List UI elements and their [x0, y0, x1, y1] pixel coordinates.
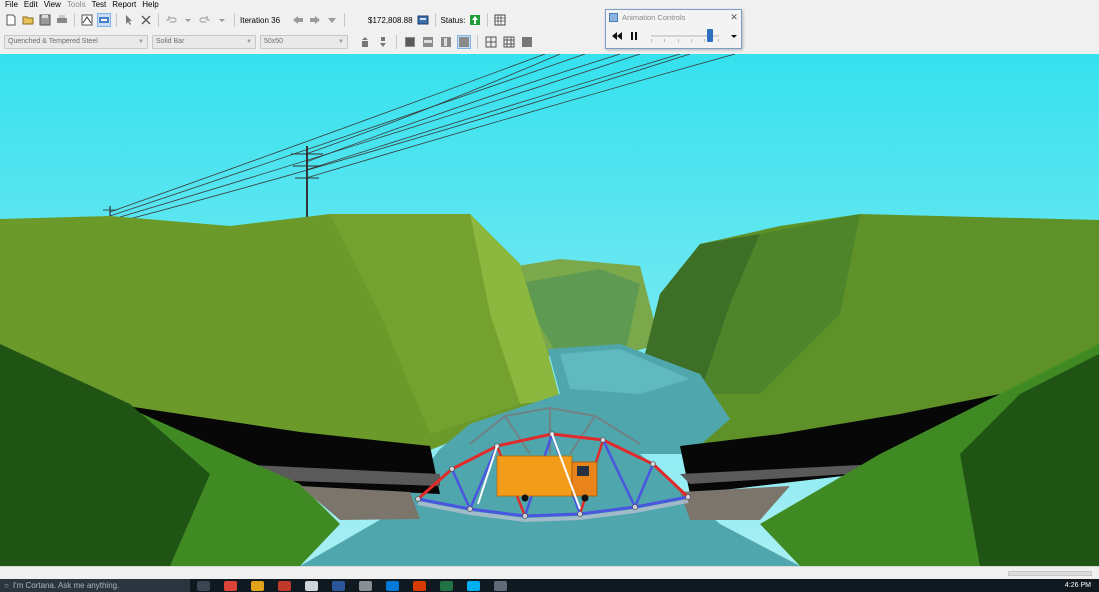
status-ok-icon: [468, 13, 482, 27]
chevron-down-icon: ▼: [246, 38, 252, 45]
animation-controls-window[interactable]: Animation Controls ✕: [605, 9, 742, 49]
menu-tools[interactable]: Tools: [64, 0, 89, 10]
grid-fine-icon[interactable]: [520, 35, 534, 49]
size-down-icon[interactable]: [376, 35, 390, 49]
animation-controls-title: Animation Controls: [622, 12, 686, 22]
delete-icon[interactable]: [139, 13, 153, 27]
cortana-search-placeholder: I'm Cortana. Ask me anything.: [12, 581, 120, 590]
save-icon[interactable]: [38, 13, 52, 27]
toolbar-separator: [234, 13, 235, 27]
animation-options-dropdown-icon[interactable]: [728, 29, 741, 43]
size-select[interactable]: 50x50 ▼: [260, 34, 348, 49]
menu-test[interactable]: Test: [89, 0, 110, 10]
material-select[interactable]: Quenched & Tempered Steel ▼: [4, 34, 148, 49]
toolbar-separator: [434, 13, 436, 27]
cross-section-select[interactable]: Solid Bar ▼: [152, 34, 256, 49]
material-select-value: Quenched & Tempered Steel: [8, 38, 98, 45]
iteration-dropdown-icon[interactable]: [325, 13, 339, 27]
status-strip: [0, 566, 1099, 579]
search-icon: ○: [4, 581, 9, 590]
view-color-icon[interactable]: [457, 34, 471, 49]
menu-file[interactable]: File: [2, 0, 21, 10]
notepad-icon[interactable]: [305, 580, 318, 591]
menu-view[interactable]: View: [41, 0, 64, 10]
window-app-icon: [609, 12, 618, 22]
size-select-value: 50x50: [264, 38, 284, 45]
slider-thumb[interactable]: [706, 29, 713, 42]
scene-canvas: [0, 54, 1099, 566]
new-file-icon[interactable]: [4, 13, 18, 27]
toolbar-separator: [487, 13, 489, 27]
bridge-designer-taskbar-icon[interactable]: [494, 580, 507, 591]
explorer-icon[interactable]: [251, 580, 264, 591]
print-icon[interactable]: [55, 13, 69, 27]
store-icon[interactable]: [386, 580, 399, 591]
word-icon[interactable]: [332, 580, 345, 591]
system-clock: 4:26 PM: [1064, 582, 1091, 589]
menu-help[interactable]: Help: [139, 0, 161, 10]
calculator-icon[interactable]: [359, 580, 372, 591]
view-labels-icon[interactable]: [421, 35, 435, 49]
menu-bar: File Edit View Tools Test Report Help: [0, 0, 1099, 10]
grid-medium-icon[interactable]: [502, 35, 516, 49]
main-toolbar: Iteration 36 $172,808.88 Status:: [0, 10, 1099, 30]
redo-icon[interactable]: [198, 13, 212, 27]
app-icon[interactable]: [278, 580, 291, 591]
skype-icon[interactable]: [467, 580, 480, 591]
cost-label: $172,808.88: [368, 15, 413, 25]
toolbar-separator: [396, 34, 397, 49]
chevron-down-icon: ▼: [138, 38, 144, 45]
close-icon[interactable]: ✕: [727, 12, 741, 23]
excel-icon[interactable]: [440, 580, 453, 591]
status-label: Status:: [440, 15, 466, 25]
back-arrow-icon[interactable]: [291, 13, 305, 27]
menu-report[interactable]: Report: [109, 0, 139, 10]
undo-icon[interactable]: [164, 13, 178, 27]
undo-dropdown-icon[interactable]: [181, 13, 195, 27]
app2-icon[interactable]: [413, 580, 426, 591]
rewind-icon[interactable]: [610, 29, 623, 43]
member-list-icon[interactable]: [493, 13, 507, 27]
truck: [496, 455, 598, 502]
toolbar-separator: [158, 13, 159, 27]
chrome-icon[interactable]: [224, 580, 237, 591]
view-members-icon[interactable]: [403, 35, 417, 49]
cortana-search-box[interactable]: ○ I'm Cortana. Ask me anything.: [0, 579, 190, 592]
open-folder-icon[interactable]: [21, 13, 35, 27]
redo-dropdown-icon[interactable]: [215, 13, 229, 27]
pause-icon[interactable]: [627, 29, 640, 43]
forward-arrow-icon[interactable]: [308, 13, 322, 27]
grid-coarse-icon[interactable]: [484, 35, 498, 49]
iteration-label: Iteration 36: [240, 15, 281, 25]
member-toolbar: Quenched & Tempered Steel ▼ Solid Bar ▼ …: [0, 31, 1099, 52]
load-test-3d-view[interactable]: [0, 54, 1099, 566]
cross-section-select-value: Solid Bar: [156, 38, 185, 45]
task-view-icon[interactable]: [197, 580, 210, 591]
animation-controls-titlebar[interactable]: Animation Controls ✕: [606, 10, 741, 24]
toolbar-separator: [477, 34, 478, 49]
toolbar-separator: [344, 13, 346, 27]
size-up-icon[interactable]: [358, 35, 372, 49]
animation-controls-body: [606, 24, 741, 48]
chevron-down-icon: ▼: [338, 38, 344, 45]
drawing-board-icon[interactable]: [80, 13, 94, 27]
toolbar-separator: [74, 13, 75, 27]
animation-speed-slider[interactable]: [650, 28, 719, 44]
select-tool-icon[interactable]: [122, 13, 136, 27]
cost-calculator-icon[interactable]: [416, 13, 430, 27]
load-test-icon[interactable]: [97, 13, 111, 27]
view-slenderness-icon[interactable]: [439, 35, 453, 49]
horizontal-scrollbar[interactable]: [1008, 571, 1092, 576]
menu-edit[interactable]: Edit: [21, 0, 41, 10]
windows-taskbar: ○ I'm Cortana. Ask me anything. 4:26 PM: [0, 579, 1099, 592]
toolbar-separator: [116, 13, 117, 27]
